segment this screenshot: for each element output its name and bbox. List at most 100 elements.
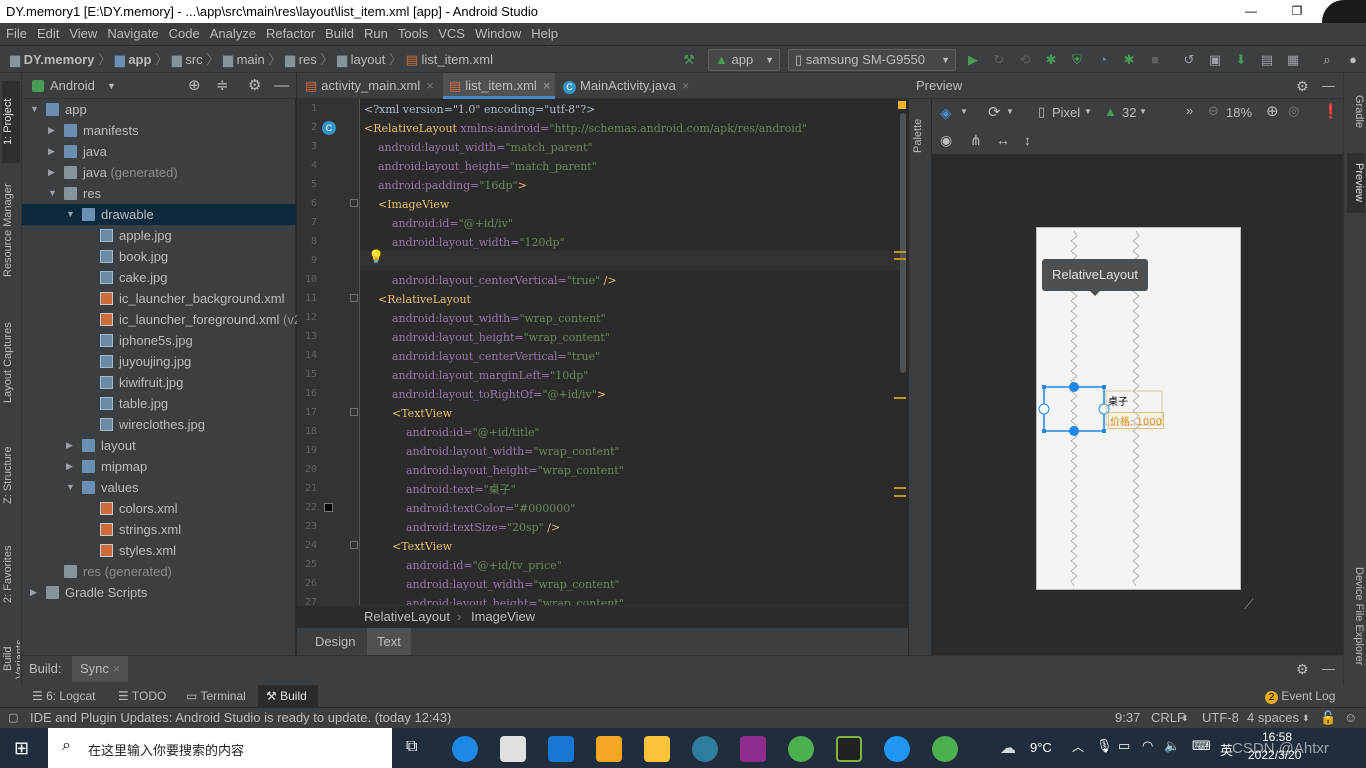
window-icon[interactable]: ▢ bbox=[8, 708, 18, 728]
tab-resource-manager[interactable]: Resource Manager bbox=[2, 171, 20, 289]
crumb-layout[interactable]: layout bbox=[351, 52, 386, 67]
tree-item[interactable]: book.jpg bbox=[22, 246, 296, 267]
chevron-down-icon[interactable]: ▼ bbox=[66, 204, 76, 225]
tree-item[interactable]: ▶ layout bbox=[22, 435, 296, 456]
layers-icon[interactable]: ◈ bbox=[940, 104, 952, 122]
inspector-icon[interactable]: ☺ bbox=[1344, 708, 1357, 728]
apply-changes-icon[interactable]: ↻ bbox=[990, 51, 1008, 69]
tab-build[interactable]: ⚒ Build bbox=[258, 685, 318, 707]
tree-item[interactable]: juyoujing.jpg bbox=[22, 351, 296, 372]
crumb-relativelayout[interactable]: RelativeLayout bbox=[364, 606, 450, 628]
tree-item[interactable]: ▶ mipmap bbox=[22, 456, 296, 477]
scroll-thumb[interactable] bbox=[900, 113, 906, 373]
orientation-icon[interactable]: ⟳ bbox=[988, 103, 1001, 121]
item-price-preview[interactable]: 价格: 1000 bbox=[1108, 412, 1164, 429]
close-icon[interactable]: × bbox=[543, 78, 551, 93]
settings-app-icon[interactable] bbox=[692, 736, 718, 762]
crumb-src[interactable]: src bbox=[185, 52, 202, 67]
device-select[interactable]: Pixel bbox=[1052, 105, 1080, 120]
menu-refactor[interactable]: Refactor bbox=[260, 23, 319, 45]
battery-icon[interactable]: ▭ bbox=[1118, 738, 1130, 754]
wechat-icon[interactable] bbox=[932, 736, 958, 762]
run-config-dropdown[interactable]: ▲ app ▼ bbox=[708, 49, 780, 71]
status-message[interactable]: IDE and Plugin Updates: Android Studio i… bbox=[30, 708, 451, 728]
apply-code-icon[interactable]: ⟲ bbox=[1016, 51, 1034, 69]
temperature[interactable]: 9°C bbox=[1030, 740, 1052, 755]
indent-setting[interactable]: 4 spaces bbox=[1247, 708, 1299, 728]
microphone-icon[interactable]: 🎙 bbox=[1096, 738, 1113, 754]
tab-layout-captures[interactable]: Layout Captures bbox=[2, 311, 20, 415]
tab-main-activity[interactable]: C MainActivity.java × bbox=[563, 73, 708, 99]
search-icon[interactable]: ⌕ bbox=[1318, 51, 1336, 69]
device-manager-icon[interactable]: ▤ bbox=[1258, 51, 1276, 69]
store-icon[interactable] bbox=[500, 736, 526, 762]
nox-icon[interactable] bbox=[836, 736, 862, 762]
tree-item[interactable]: kiwifruit.jpg bbox=[22, 372, 296, 393]
windows-start-icon[interactable]: ⊞ bbox=[14, 738, 29, 759]
tab-build-variants[interactable]: Build Variants bbox=[2, 633, 20, 685]
chevron-down-icon[interactable]: ▼ bbox=[107, 73, 116, 99]
tree-item[interactable]: cake.jpg bbox=[22, 267, 296, 288]
menu-analyze[interactable]: Analyze bbox=[204, 23, 260, 45]
menu-window[interactable]: Window bbox=[469, 23, 525, 45]
chevron-right-icon[interactable]: ▶ bbox=[66, 456, 76, 477]
gear-icon[interactable]: ⚙ bbox=[1296, 73, 1309, 99]
tree-item[interactable]: ▶ java (generated) bbox=[22, 162, 296, 183]
expand-vertical-icon[interactable]: ↕ bbox=[1024, 132, 1031, 148]
tree-item[interactable]: ▶ Gradle Scripts bbox=[22, 582, 296, 603]
tree-item[interactable]: iphone5s.jpg bbox=[22, 330, 296, 351]
eye-icon[interactable]: ◉ bbox=[940, 132, 952, 149]
chevron-down-icon[interactable]: ▼ bbox=[30, 99, 40, 120]
lock-icon[interactable]: 🔓 bbox=[1320, 708, 1336, 728]
menu-vcs[interactable]: VCS bbox=[432, 23, 469, 45]
lightbulb-icon[interactable]: 💡 bbox=[368, 249, 384, 265]
api-select[interactable]: 32 bbox=[1122, 105, 1136, 120]
chevron-up-icon[interactable]: ︿ bbox=[1072, 738, 1084, 755]
menu-tools[interactable]: Tools bbox=[392, 23, 432, 45]
file-encoding[interactable]: UTF-8 bbox=[1202, 708, 1239, 728]
fold-icon[interactable] bbox=[350, 199, 358, 207]
chevron-down-icon[interactable]: ▼ bbox=[1006, 107, 1014, 116]
chevron-down-icon[interactable]: ▼ bbox=[960, 107, 968, 116]
tab-project[interactable]: 1: Project bbox=[2, 81, 20, 163]
line-separator[interactable]: CRLF bbox=[1151, 708, 1185, 728]
menu-view[interactable]: View bbox=[63, 23, 101, 45]
tree-item[interactable]: styles.xml bbox=[22, 540, 296, 561]
tab-structure[interactable]: Z: Structure bbox=[2, 435, 20, 515]
tree-item[interactable]: wireclothes.jpg bbox=[22, 414, 296, 435]
keyboard-icon[interactable]: ⌨ bbox=[1192, 738, 1211, 754]
menu-build[interactable]: Build bbox=[319, 23, 358, 45]
crumb-app[interactable]: app bbox=[128, 52, 151, 67]
caret-position[interactable]: 9:37 bbox=[1115, 708, 1140, 728]
tab-logcat[interactable]: ☰ 6: Logcat bbox=[32, 685, 110, 707]
chevron-right-icon[interactable]: ▶ bbox=[48, 120, 58, 141]
menu-code[interactable]: Code bbox=[163, 23, 204, 45]
user-icon[interactable]: ● bbox=[1344, 51, 1362, 69]
collapse-all-icon[interactable]: ≑ bbox=[216, 73, 229, 99]
resize-handle-icon[interactable]: ⟋ bbox=[1244, 596, 1254, 613]
gear-icon[interactable]: ⚙ bbox=[1296, 656, 1309, 682]
menu-edit[interactable]: Edit bbox=[31, 23, 63, 45]
file-explorer-icon[interactable] bbox=[644, 736, 670, 762]
locate-icon[interactable]: ⊕ bbox=[188, 73, 201, 99]
tree-item[interactable]: strings.xml bbox=[22, 519, 296, 540]
menu-help[interactable]: Help bbox=[525, 23, 562, 45]
chevron-down-icon[interactable]: ▼ bbox=[1084, 107, 1092, 116]
sync-gradle-icon[interactable]: ↺ bbox=[1180, 51, 1198, 69]
stop-icon[interactable]: ■ bbox=[1146, 51, 1164, 69]
chevron-down-icon[interactable]: ▼ bbox=[66, 477, 76, 498]
warning-icon[interactable]: ❗ bbox=[1322, 103, 1339, 120]
debug-icon[interactable]: ✱ bbox=[1042, 51, 1060, 69]
fold-icon[interactable] bbox=[350, 541, 358, 549]
volume-icon[interactable]: 🔈 bbox=[1164, 738, 1180, 754]
sdk-manager-icon[interactable]: ⬇ bbox=[1232, 51, 1250, 69]
tree-item[interactable]: ▼ drawable bbox=[22, 204, 296, 225]
tree-item[interactable]: ic_launcher_background.xml bbox=[22, 288, 296, 309]
crumb-res[interactable]: res bbox=[299, 52, 317, 67]
crumb-project[interactable]: DY.memory bbox=[24, 52, 95, 67]
close-icon[interactable]: × bbox=[682, 78, 690, 93]
tab-preview[interactable]: Preview bbox=[1347, 153, 1365, 213]
menu-run[interactable]: Run bbox=[358, 23, 392, 45]
crumb-file[interactable]: list_item.xml bbox=[422, 52, 494, 67]
tree-item[interactable]: ▼ res bbox=[22, 183, 296, 204]
